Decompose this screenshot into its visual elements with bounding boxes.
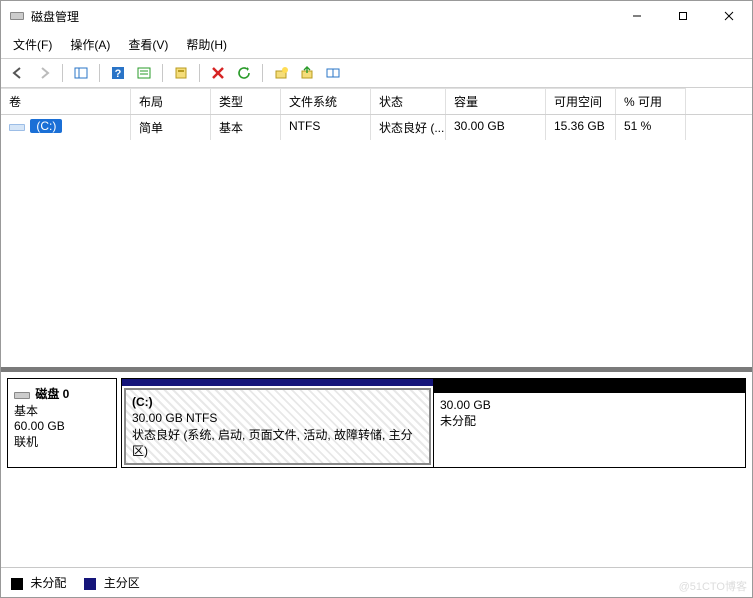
close-button[interactable] bbox=[706, 1, 752, 31]
cell-free: 15.36 GB bbox=[546, 115, 616, 140]
svg-text:?: ? bbox=[115, 68, 122, 80]
partition-status: 状态良好 (系统, 启动, 页面文件, 活动, 故障转储, 主分区) bbox=[132, 427, 423, 459]
disk-size: 60.00 GB bbox=[14, 419, 110, 433]
col-layout[interactable]: 布局 bbox=[131, 88, 211, 114]
partition-body: 30.00 GB 未分配 bbox=[434, 393, 745, 467]
partition-size: 30.00 GB bbox=[440, 397, 739, 413]
swatch-primary bbox=[84, 578, 96, 590]
refresh-icon[interactable] bbox=[233, 62, 255, 84]
maximize-button[interactable] bbox=[660, 1, 706, 31]
menu-view[interactable]: 查看(V) bbox=[120, 33, 176, 56]
partition-header-unallocated bbox=[434, 379, 745, 393]
menubar: 文件(F) 操作(A) 查看(V) 帮助(H) bbox=[1, 31, 752, 59]
col-percent[interactable]: % 可用 bbox=[616, 88, 686, 114]
cell-percent: 51 % bbox=[616, 115, 686, 140]
swatch-unallocated bbox=[11, 578, 23, 590]
disk-row: 磁盘 0 基本 60.00 GB 联机 (C:) 30.00 GB NTFS 状… bbox=[1, 372, 752, 474]
minimize-button[interactable] bbox=[614, 1, 660, 31]
window-controls bbox=[614, 1, 752, 31]
legend-primary: 主分区 bbox=[84, 574, 139, 591]
disk-name: 磁盘 0 bbox=[35, 387, 69, 401]
col-volume[interactable]: 卷 bbox=[1, 88, 131, 114]
drive-icon bbox=[9, 121, 25, 133]
cell-filesystem: NTFS bbox=[281, 115, 371, 140]
col-free[interactable]: 可用空间 bbox=[546, 88, 616, 114]
col-type[interactable]: 类型 bbox=[211, 88, 281, 114]
cell-layout: 简单 bbox=[131, 115, 211, 140]
cell-status: 状态良好 (... bbox=[371, 115, 446, 140]
help-icon[interactable]: ? bbox=[107, 62, 129, 84]
forward-icon[interactable] bbox=[33, 62, 55, 84]
menu-action[interactable]: 操作(A) bbox=[62, 33, 118, 56]
legend-unallocated: 未分配 bbox=[11, 574, 66, 591]
col-status[interactable]: 状态 bbox=[371, 88, 446, 114]
cell-type: 基本 bbox=[211, 115, 281, 140]
disk-type: 基本 bbox=[14, 402, 110, 419]
window-title: 磁盘管理 bbox=[31, 8, 79, 25]
show-hide-console-tree-icon[interactable] bbox=[70, 62, 92, 84]
action-list-icon[interactable] bbox=[133, 62, 155, 84]
volume-list-header: 卷 布局 类型 文件系统 状态 容量 可用空间 % 可用 bbox=[1, 88, 752, 115]
disk-icon bbox=[14, 389, 30, 401]
volume-name-badge: (C:) bbox=[30, 119, 62, 133]
volume-row[interactable]: (C:) 简单 基本 NTFS 状态良好 (... 30.00 GB 15.36… bbox=[1, 115, 752, 140]
volume-list-empty-area bbox=[1, 140, 752, 367]
col-capacity[interactable]: 容量 bbox=[446, 88, 546, 114]
disk-info[interactable]: 磁盘 0 基本 60.00 GB 联机 bbox=[7, 378, 117, 468]
watermark: @51CTO博客 bbox=[679, 578, 747, 594]
menu-file[interactable]: 文件(F) bbox=[5, 33, 60, 56]
disk-status: 联机 bbox=[14, 433, 110, 450]
back-icon[interactable] bbox=[7, 62, 29, 84]
new-volume-icon[interactable] bbox=[270, 62, 292, 84]
partition-label: (C:) bbox=[132, 394, 423, 410]
toolbar: ? bbox=[1, 59, 752, 88]
legend: 未分配 主分区 bbox=[1, 567, 752, 597]
partition-body: (C:) 30.00 GB NTFS 状态良好 (系统, 启动, 页面文件, 活… bbox=[124, 388, 431, 465]
partition-unallocated[interactable]: 30.00 GB 未分配 bbox=[434, 379, 745, 467]
delete-icon[interactable] bbox=[207, 62, 229, 84]
volume-list: 卷 布局 类型 文件系统 状态 容量 可用空间 % 可用 (C:) 简单 基本 … bbox=[1, 88, 752, 140]
partitions: (C:) 30.00 GB NTFS 状态良好 (系统, 启动, 页面文件, 活… bbox=[121, 378, 746, 468]
disk-map: 磁盘 0 基本 60.00 GB 联机 (C:) 30.00 GB NTFS 状… bbox=[1, 367, 752, 567]
partition-state: 未分配 bbox=[440, 413, 739, 429]
cell-capacity: 30.00 GB bbox=[446, 115, 546, 140]
app-icon bbox=[9, 8, 25, 24]
settings-icon[interactable] bbox=[322, 62, 344, 84]
attach-vhd-icon[interactable] bbox=[296, 62, 318, 84]
col-filesystem[interactable]: 文件系统 bbox=[281, 88, 371, 114]
partition-header-primary bbox=[122, 379, 433, 386]
titlebar: 磁盘管理 bbox=[1, 1, 752, 31]
partition-size-fs: 30.00 GB NTFS bbox=[132, 410, 423, 426]
menu-help[interactable]: 帮助(H) bbox=[178, 33, 235, 56]
properties-icon[interactable] bbox=[170, 62, 192, 84]
partition-primary[interactable]: (C:) 30.00 GB NTFS 状态良好 (系统, 启动, 页面文件, 活… bbox=[122, 379, 434, 467]
